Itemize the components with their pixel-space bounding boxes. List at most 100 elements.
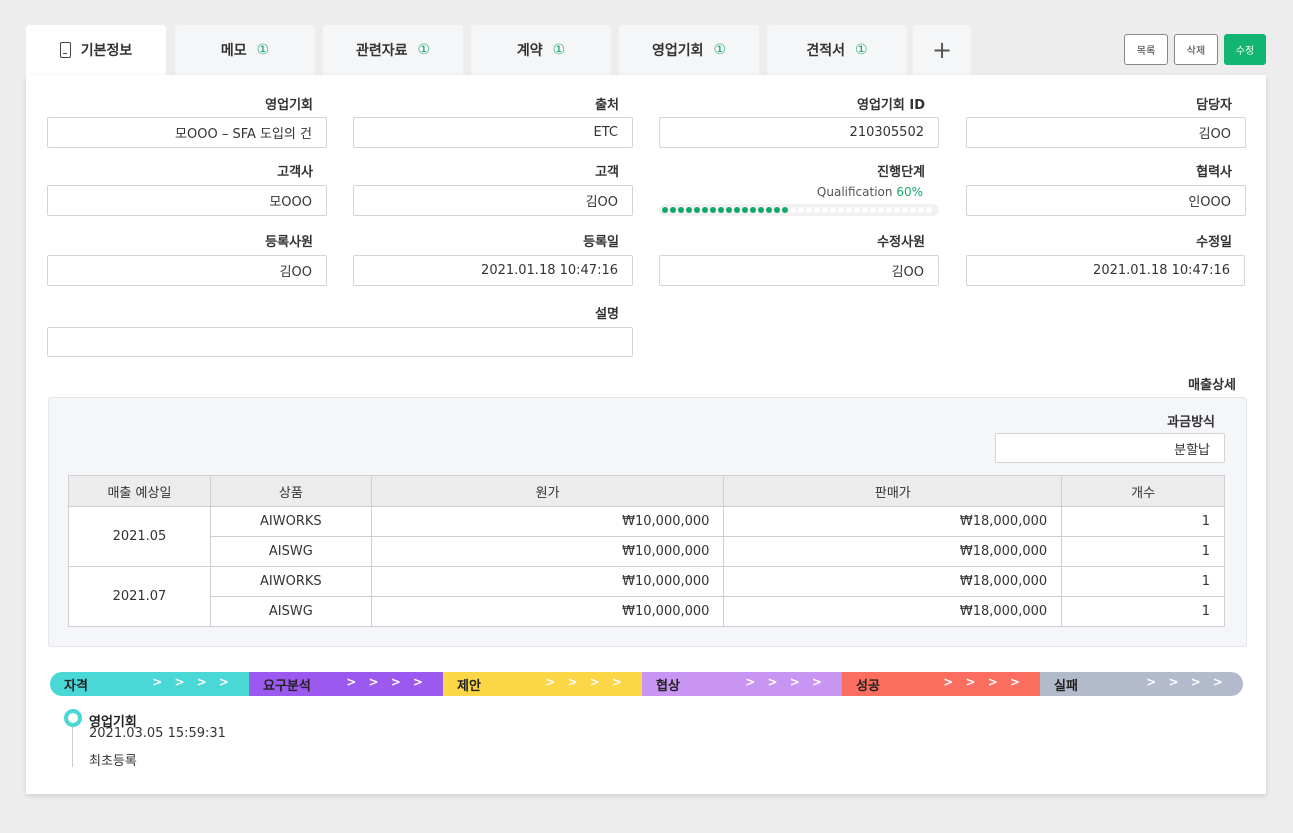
progress-dot	[894, 207, 900, 213]
progress-dot	[718, 207, 724, 213]
stage-label: 자격	[64, 678, 88, 694]
quantity-cell: 1	[1061, 566, 1225, 597]
column-header: 매출 예상일	[68, 475, 211, 507]
table-row: 2021.05 AIWORKS ₩10,000,000 ₩18,000,000 …	[68, 506, 1225, 567]
table-row: AISWG ₩10,000,000 ₩18,000,000 1	[69, 596, 1225, 627]
product-cell: AIWORKS	[209, 566, 372, 597]
progress-dot	[822, 207, 828, 213]
chevrons-icon: > > > >	[943, 675, 1024, 689]
progress-dot	[886, 207, 892, 213]
customer-company-field[interactable]: 모OOO	[47, 185, 327, 216]
opportunity-id-label: 영업기회 ID	[857, 98, 925, 113]
sales-table: 매출 예상일 상품 원가 판매가 개수 2021.05 AIWORKS ₩10,…	[68, 475, 1225, 627]
progress-dot	[766, 207, 772, 213]
tab-opportunity[interactable]: 영업기회 ①	[619, 25, 759, 75]
customer-company-label: 고객사	[277, 165, 313, 180]
progress-dot	[806, 207, 812, 213]
modified-by-field[interactable]: 김OO	[659, 255, 939, 286]
owner-field[interactable]: 김OO	[966, 117, 1246, 148]
progress-dot	[702, 207, 708, 213]
tab-related-files[interactable]: 관련자료 ①	[323, 25, 463, 75]
cost-cell: ₩10,000,000	[370, 566, 725, 597]
price-cell: ₩18,000,000	[723, 536, 1063, 567]
stage-label: 성공	[856, 678, 880, 694]
edit-button[interactable]: 수정	[1224, 34, 1266, 65]
source-field[interactable]: ETC	[353, 117, 633, 148]
progress-dot	[814, 207, 820, 213]
registered-at-field[interactable]: 2021.01.18 10:47:16	[353, 255, 633, 286]
tab-contract[interactable]: 계약 ①	[471, 25, 611, 75]
progress-dot	[790, 207, 796, 213]
source-label: 출처	[595, 98, 619, 113]
billing-method-field[interactable]: 분할납	[995, 433, 1225, 463]
registered-at-label: 등록일	[583, 235, 619, 250]
timeline-timestamp: 2021.03.05 15:59:31	[89, 726, 226, 741]
pipeline-stage-negotiation[interactable]: 협상 > > > >	[642, 672, 842, 696]
pipeline-stage-won[interactable]: 성공 > > > >	[842, 672, 1040, 696]
progress-dot	[910, 207, 916, 213]
tab-label: 견적서	[806, 43, 846, 59]
tab-label: 기본정보	[80, 43, 133, 59]
tab-label: 영업기회	[651, 43, 704, 59]
chevrons-icon: > > > >	[545, 675, 626, 689]
tab-count-badge: ①	[417, 42, 431, 58]
delete-button[interactable]: 삭제	[1174, 34, 1218, 65]
sales-detail-title: 매출상세	[1188, 378, 1236, 393]
progress-dot	[926, 207, 932, 213]
progress-dot	[854, 207, 860, 213]
description-field[interactable]	[47, 327, 633, 357]
stage-label: 실패	[1054, 678, 1078, 694]
cost-cell: ₩10,000,000	[370, 506, 725, 537]
progress-dot	[902, 207, 908, 213]
opportunity-id-field[interactable]: 210305502	[659, 117, 939, 148]
stage-label: 협상	[656, 678, 680, 694]
column-header: 판매가	[723, 475, 1063, 507]
tab-label: 관련자료	[355, 43, 408, 59]
opportunity-field[interactable]: 모OOO – SFA 도입의 건	[47, 117, 327, 148]
tab-basic-info[interactable]: 기본정보	[26, 25, 166, 75]
pipeline-stage-proposal[interactable]: 제안 > > > >	[443, 672, 642, 696]
stage-status: Qualification 60%	[659, 185, 923, 199]
progress-dot	[918, 207, 924, 213]
quantity-cell: 1	[1061, 536, 1225, 567]
stage-label: 진행단계	[877, 165, 925, 180]
price-cell: ₩18,000,000	[723, 506, 1063, 537]
tab-quote[interactable]: 견적서 ①	[767, 25, 907, 75]
list-button[interactable]: 목록	[1124, 34, 1168, 65]
column-header: 상품	[209, 475, 372, 507]
plus-icon: +	[931, 36, 953, 64]
cost-cell: ₩10,000,000	[370, 596, 725, 627]
progress-dot	[678, 207, 684, 213]
partner-field[interactable]: 인OOO	[966, 185, 1246, 216]
progress-dot	[750, 207, 756, 213]
tab-label: 계약	[516, 43, 543, 59]
timeline-marker-icon	[64, 709, 82, 727]
progress-dot	[726, 207, 732, 213]
pipeline-stage-qualification[interactable]: 자격 > > > >	[50, 672, 249, 696]
modified-at-field[interactable]: 2021.01.18 10:47:16	[966, 255, 1245, 286]
progress-dot	[670, 207, 676, 213]
registered-by-field[interactable]: 김OO	[47, 255, 327, 286]
table-header-row: 매출 예상일 상품 원가 판매가 개수	[68, 475, 1225, 507]
progress-dot	[846, 207, 852, 213]
progress-dot	[694, 207, 700, 213]
pipeline-stage-needs-analysis[interactable]: 요구분석 > > > >	[249, 672, 443, 696]
tab-memo[interactable]: 메모 ①	[175, 25, 315, 75]
column-header: 개수	[1061, 475, 1225, 507]
stage-name: Qualification	[816, 185, 893, 199]
pipeline-stage-lost[interactable]: 실패 > > > >	[1040, 672, 1243, 696]
add-tab-button[interactable]: +	[913, 25, 971, 75]
progress-dot	[870, 207, 876, 213]
progress-dot	[798, 207, 804, 213]
owner-label: 담당자	[1196, 98, 1232, 113]
sales-date-cell: 2021.05	[68, 506, 211, 567]
product-cell: AISWG	[209, 596, 372, 627]
partner-label: 협력사	[1196, 165, 1232, 180]
table-row: 2021.07 AIWORKS ₩10,000,000 ₩18,000,000 …	[68, 566, 1225, 627]
progress-dot	[862, 207, 868, 213]
chevrons-icon: > > > >	[745, 675, 826, 689]
modified-by-label: 수정사원	[877, 235, 925, 250]
progress-dot	[710, 207, 716, 213]
quantity-cell: 1	[1061, 506, 1225, 537]
customer-field[interactable]: 김OO	[353, 185, 633, 216]
